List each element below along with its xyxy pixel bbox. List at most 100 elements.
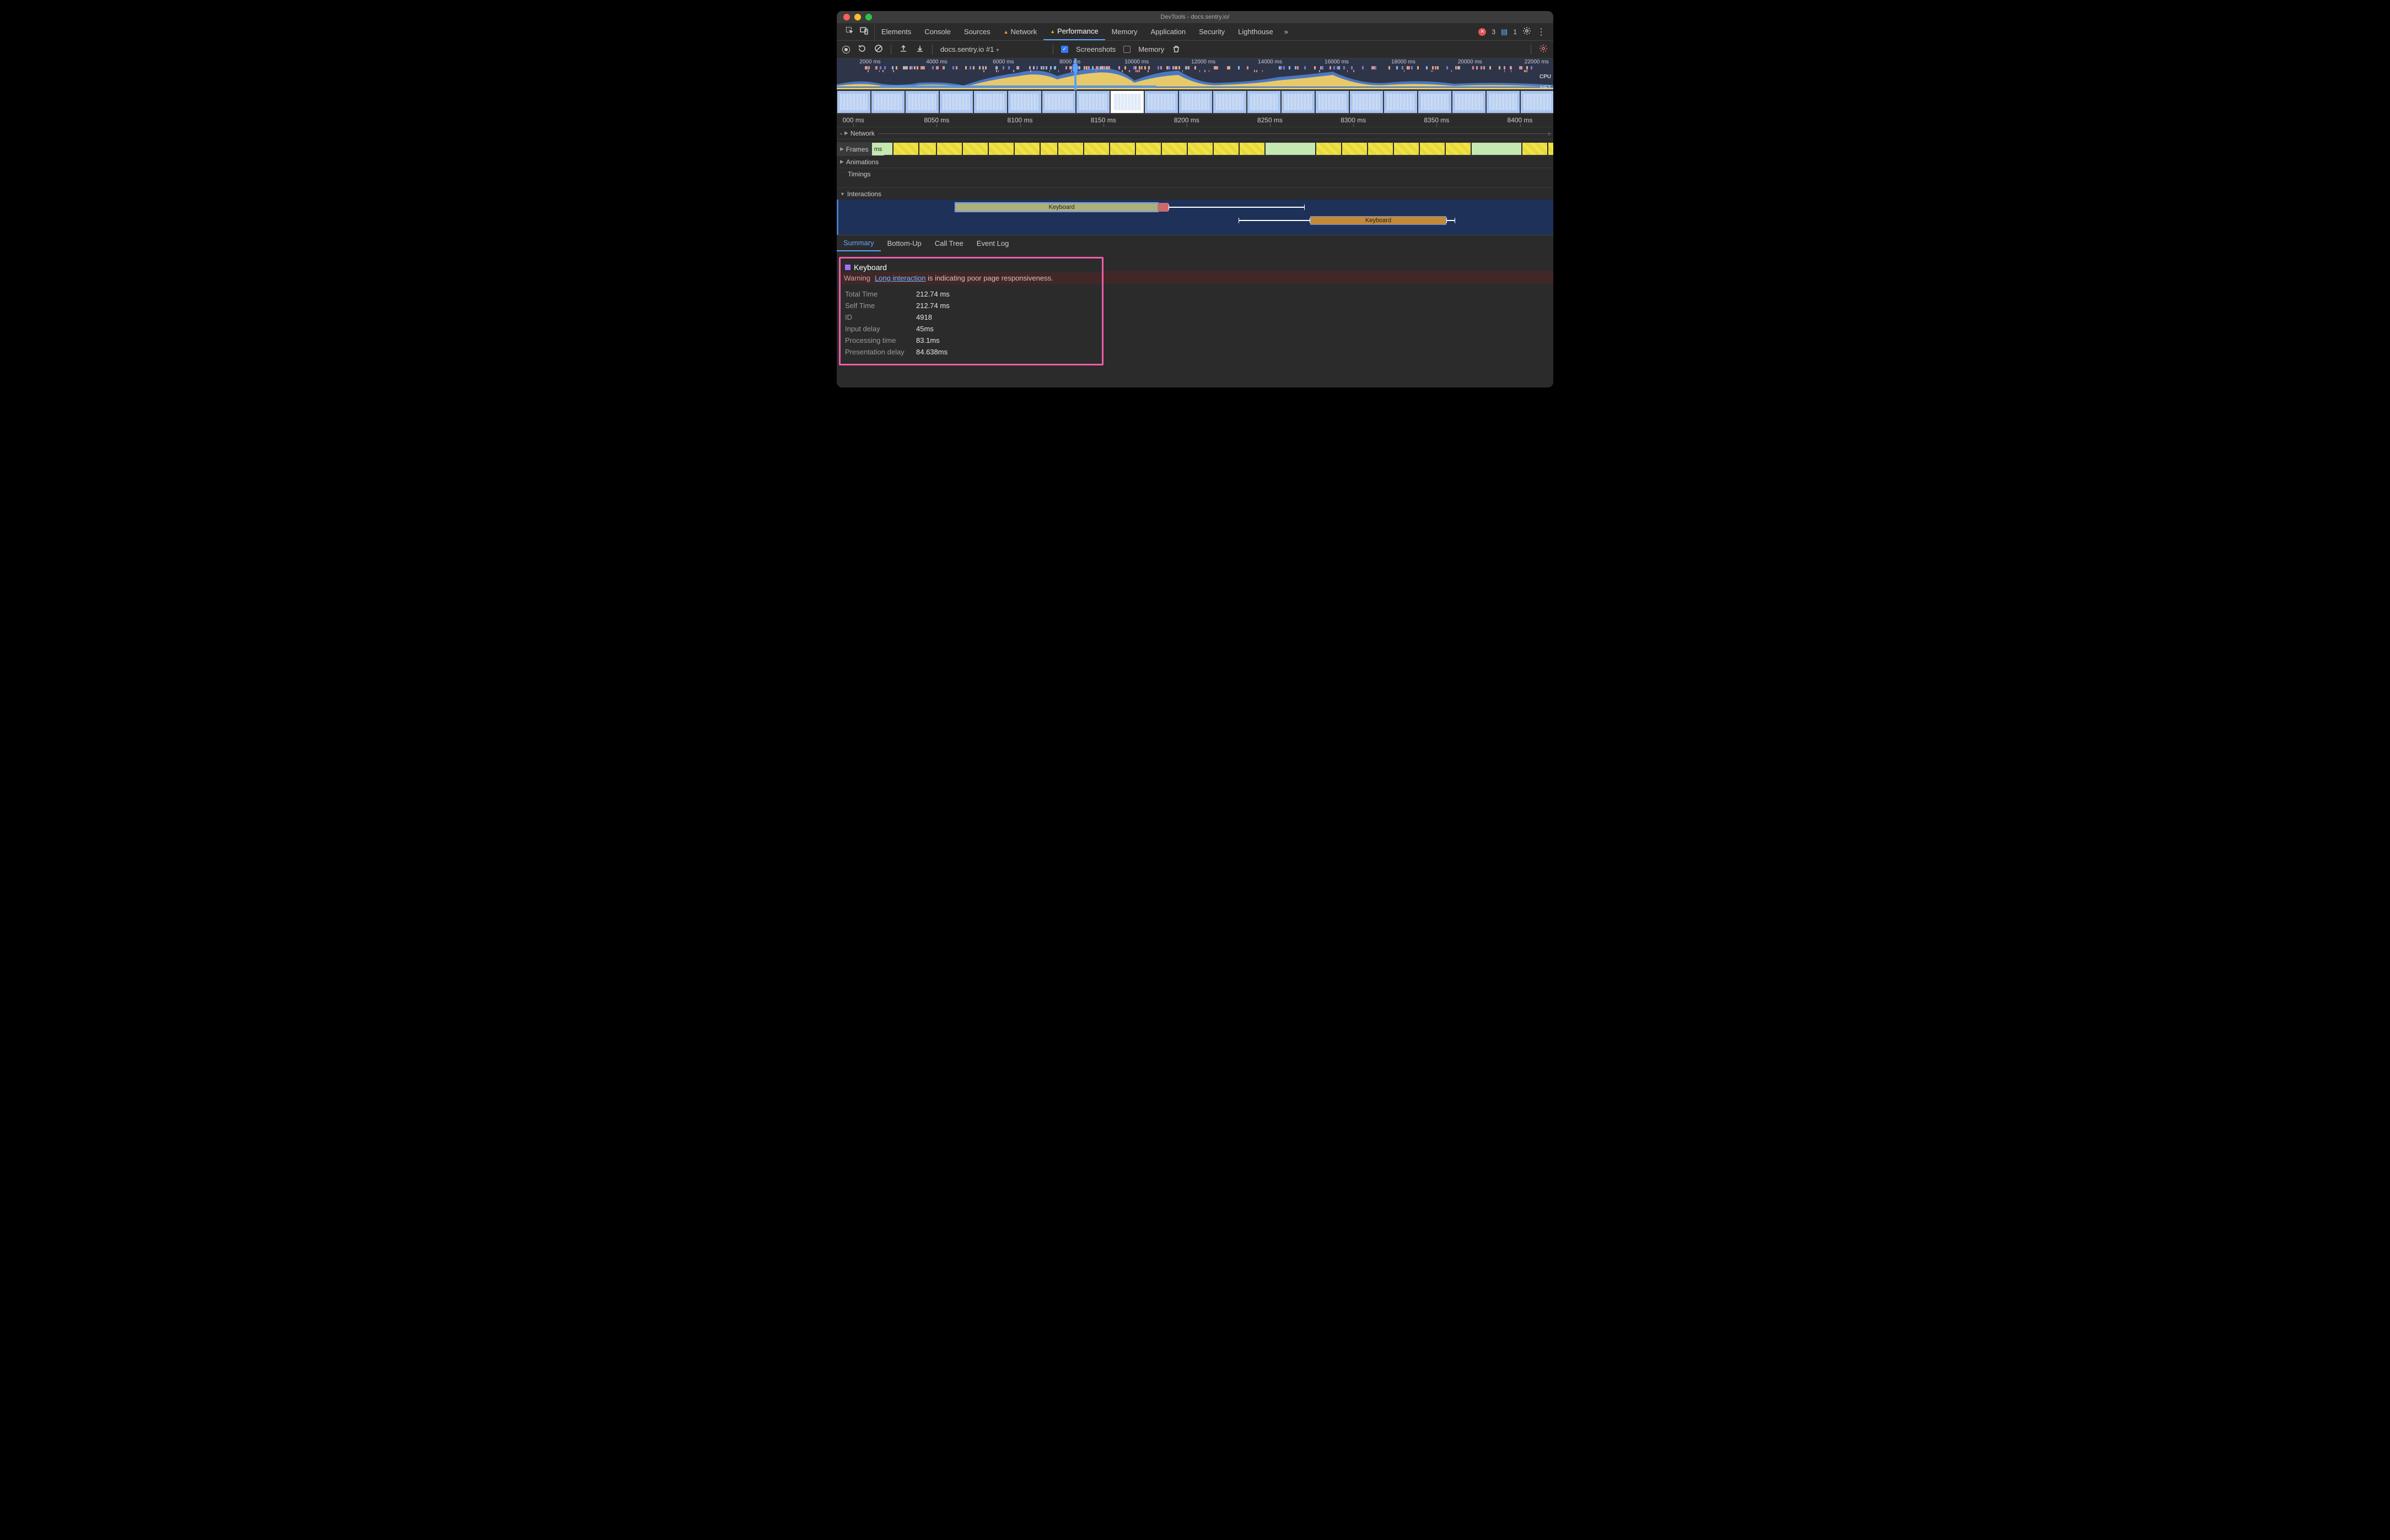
filmstrip-thumb[interactable] xyxy=(1349,90,1384,114)
tab-performance[interactable]: Performance xyxy=(1043,23,1105,40)
frame-segment[interactable] xyxy=(1188,143,1213,155)
filmstrip-thumb[interactable] xyxy=(1315,90,1349,114)
frame-segment[interactable] xyxy=(1136,143,1161,155)
frame-segment[interactable] xyxy=(1522,143,1547,155)
frame-segment[interactable] xyxy=(1548,143,1553,155)
frame-segment[interactable] xyxy=(893,143,918,155)
inspect-icon[interactable] xyxy=(846,26,854,37)
detail-ruler[interactable]: 000 ms8050 ms8100 ms8150 ms8200 ms8250 m… xyxy=(837,114,1553,127)
tab-event-log[interactable]: Event Log xyxy=(970,235,1016,251)
filmstrip-thumb[interactable] xyxy=(1418,90,1452,114)
tab-application[interactable]: Application xyxy=(1144,23,1193,40)
animations-track[interactable]: ▶Animations xyxy=(837,155,1553,168)
filmstrip-thumb[interactable] xyxy=(905,90,939,114)
frames-track[interactable]: ▶Frames ms xyxy=(837,142,1553,155)
issues-icon[interactable]: ▤ xyxy=(1501,28,1508,36)
issue-count[interactable]: 1 xyxy=(1513,28,1517,36)
tab-call-tree[interactable]: Call Tree xyxy=(928,235,970,251)
error-count[interactable]: 3 xyxy=(1492,28,1495,36)
frame-segment[interactable] xyxy=(1041,143,1057,155)
record-button[interactable] xyxy=(842,46,850,53)
filmstrip-thumb[interactable] xyxy=(1178,90,1213,114)
frame-segment[interactable] xyxy=(1472,143,1521,155)
filmstrip-thumb[interactable] xyxy=(1281,90,1315,114)
frame-segment[interactable] xyxy=(1266,143,1315,155)
interaction-bar[interactable]: Keyboard xyxy=(1239,216,1455,225)
more-tabs-icon[interactable]: » xyxy=(1280,23,1293,40)
tab-bottom-up[interactable]: Bottom-Up xyxy=(881,235,928,251)
filmstrip-thumb[interactable] xyxy=(1008,90,1042,114)
frame-segment[interactable] xyxy=(1110,143,1135,155)
settings-icon[interactable] xyxy=(1522,26,1531,37)
frame-segment[interactable] xyxy=(1214,143,1239,155)
filmstrip-thumb[interactable] xyxy=(1384,90,1418,114)
filmstrip-thumb[interactable] xyxy=(1247,90,1281,114)
filmstrip-thumb[interactable] xyxy=(1144,90,1178,114)
overview-timeline[interactable]: 2000 ms4000 ms6000 ms8000 ms10000 ms1200… xyxy=(837,58,1553,90)
selection-handle-right[interactable] xyxy=(1074,64,1078,72)
frame-segment[interactable] xyxy=(1240,143,1264,155)
tab-lighthouse[interactable]: Lighthouse xyxy=(1231,23,1280,40)
filmstrip-thumb[interactable] xyxy=(837,90,871,114)
filmstrip-thumb[interactable] xyxy=(939,90,973,114)
frame-segment[interactable] xyxy=(1058,143,1083,155)
target-selector[interactable]: docs.sentry.io #1 xyxy=(940,45,1045,53)
filmstrip-thumb[interactable] xyxy=(1042,90,1076,114)
long-interaction-link[interactable]: Long interaction xyxy=(875,274,926,282)
clear-button[interactable] xyxy=(874,44,883,55)
tab-elements[interactable]: Elements xyxy=(875,23,918,40)
tab-sources[interactable]: Sources xyxy=(957,23,997,40)
frame-segment[interactable] xyxy=(937,143,962,155)
screenshots-checkbox[interactable] xyxy=(1061,46,1068,53)
disclose-icon[interactable]: ▶ xyxy=(840,159,844,165)
tab-summary[interactable]: Summary xyxy=(837,235,881,251)
disclose-icon[interactable]: ▶ xyxy=(844,130,848,136)
filmstrip-thumb[interactable] xyxy=(1452,90,1486,114)
frame-segment[interactable] xyxy=(1342,143,1367,155)
frame-segment[interactable] xyxy=(1368,143,1393,155)
minimize-window-button[interactable] xyxy=(854,14,861,20)
frame-segment[interactable] xyxy=(963,143,988,155)
tab-console[interactable]: Console xyxy=(918,23,957,40)
save-profile-button[interactable] xyxy=(916,44,924,55)
device-toggle-icon[interactable] xyxy=(860,26,869,37)
capture-settings-icon[interactable] xyxy=(1539,44,1548,55)
tab-memory[interactable]: Memory xyxy=(1105,23,1144,40)
timings-track[interactable]: Timings xyxy=(837,168,1553,180)
disclose-icon[interactable]: ▼ xyxy=(840,191,845,197)
interactions-track-header[interactable]: ▼Interactions xyxy=(837,187,1553,200)
filmstrip-thumb[interactable] xyxy=(973,90,1008,114)
frame-segment[interactable] xyxy=(1420,143,1445,155)
error-badge-icon[interactable]: ✕ xyxy=(1478,28,1486,36)
frame-segment[interactable] xyxy=(1162,143,1187,155)
load-profile-button[interactable] xyxy=(899,44,908,55)
filmstrip-thumb[interactable] xyxy=(1486,90,1520,114)
memory-checkbox[interactable] xyxy=(1123,46,1131,53)
frame-segment[interactable] xyxy=(1084,143,1109,155)
disclose-icon[interactable]: ▶ xyxy=(840,146,844,152)
reload-record-button[interactable] xyxy=(858,44,866,55)
frame-segment[interactable] xyxy=(989,143,1014,155)
filmstrip-thumb[interactable] xyxy=(1213,90,1247,114)
interaction-bar[interactable]: Keyboard xyxy=(955,203,1305,212)
zoom-window-button[interactable] xyxy=(865,14,872,20)
frame-segment[interactable] xyxy=(1394,143,1419,155)
collect-garbage-button[interactable] xyxy=(1172,44,1181,55)
tab-security[interactable]: Security xyxy=(1192,23,1231,40)
network-track[interactable]: -▶Network xyxy=(837,127,1553,139)
filmstrip-thumb[interactable] xyxy=(1076,90,1110,114)
frame-segment[interactable] xyxy=(1446,143,1471,155)
frame-segment[interactable] xyxy=(884,143,892,155)
overview-selection[interactable] xyxy=(1074,58,1076,90)
interactions-lane[interactable]: Keyboard Keyboard xyxy=(837,200,1553,235)
filmstrip-thumb[interactable] xyxy=(871,90,905,114)
frame-segment[interactable] xyxy=(1316,143,1341,155)
kebab-menu-icon[interactable]: ⋮ xyxy=(1537,26,1546,37)
filmstrip-thumb[interactable] xyxy=(1110,90,1144,114)
tab-network[interactable]: Network xyxy=(997,23,1044,40)
frame-segment[interactable] xyxy=(1015,143,1040,155)
screenshot-filmstrip[interactable] xyxy=(837,90,1553,114)
close-window-button[interactable] xyxy=(843,14,850,20)
filmstrip-thumb[interactable] xyxy=(1520,90,1553,114)
frame-segment[interactable] xyxy=(919,143,936,155)
